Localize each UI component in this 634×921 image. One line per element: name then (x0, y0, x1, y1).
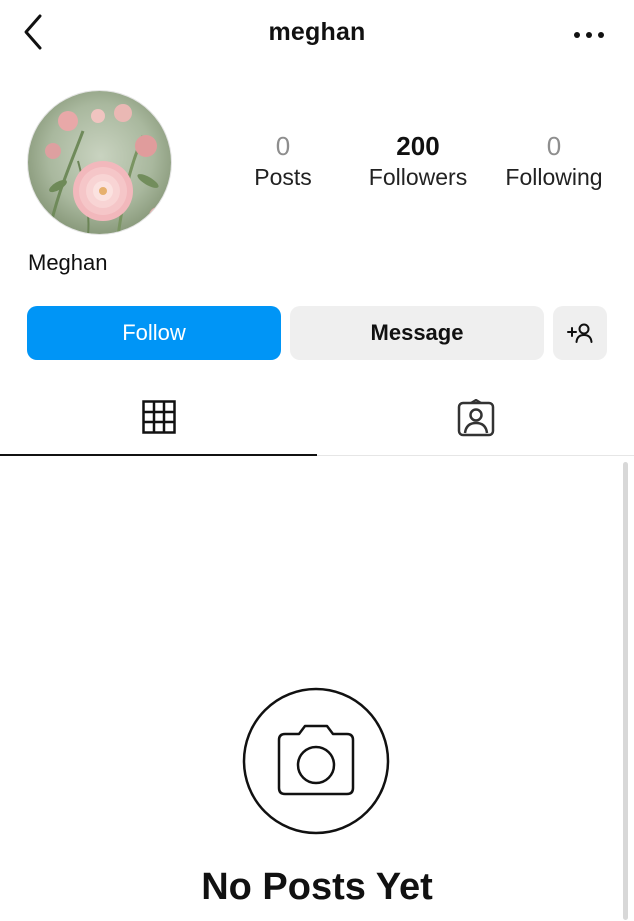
following-label: Following (505, 164, 603, 190)
profile-display-name: Meghan (28, 250, 108, 275)
posts-stat[interactable]: 0 Posts (243, 130, 323, 192)
scrollbar[interactable] (623, 462, 628, 920)
following-count: 0 (546, 131, 562, 161)
posts-label: Posts (254, 164, 312, 190)
profile-content-tabs (0, 380, 634, 456)
suggest-accounts-button[interactable] (553, 306, 607, 360)
top-navigation-bar: meghan (0, 0, 634, 70)
following-stat[interactable]: 0 Following (495, 130, 613, 192)
profile-stats: 0 Posts 200 Followers 0 Following (0, 130, 634, 200)
add-user-icon (567, 323, 593, 343)
followers-label: Followers (368, 164, 468, 190)
more-dots-icon (574, 32, 604, 38)
tab-tagged[interactable] (317, 380, 634, 456)
tagged-user-icon (457, 399, 494, 437)
followers-stat[interactable]: 200 Followers (352, 130, 484, 192)
followers-count: 200 (396, 131, 440, 161)
empty-posts-graphic (241, 686, 391, 836)
follow-button[interactable]: Follow (27, 306, 281, 360)
empty-state-title: No Posts Yet (201, 866, 433, 908)
grid-icon (141, 400, 176, 434)
more-options-button[interactable] (572, 24, 606, 46)
camera-icon (242, 687, 390, 835)
profile-username-title: meghan (268, 18, 366, 46)
message-button[interactable]: Message (290, 306, 544, 360)
posts-count: 0 (275, 131, 291, 161)
tab-posts-grid[interactable] (0, 380, 317, 456)
